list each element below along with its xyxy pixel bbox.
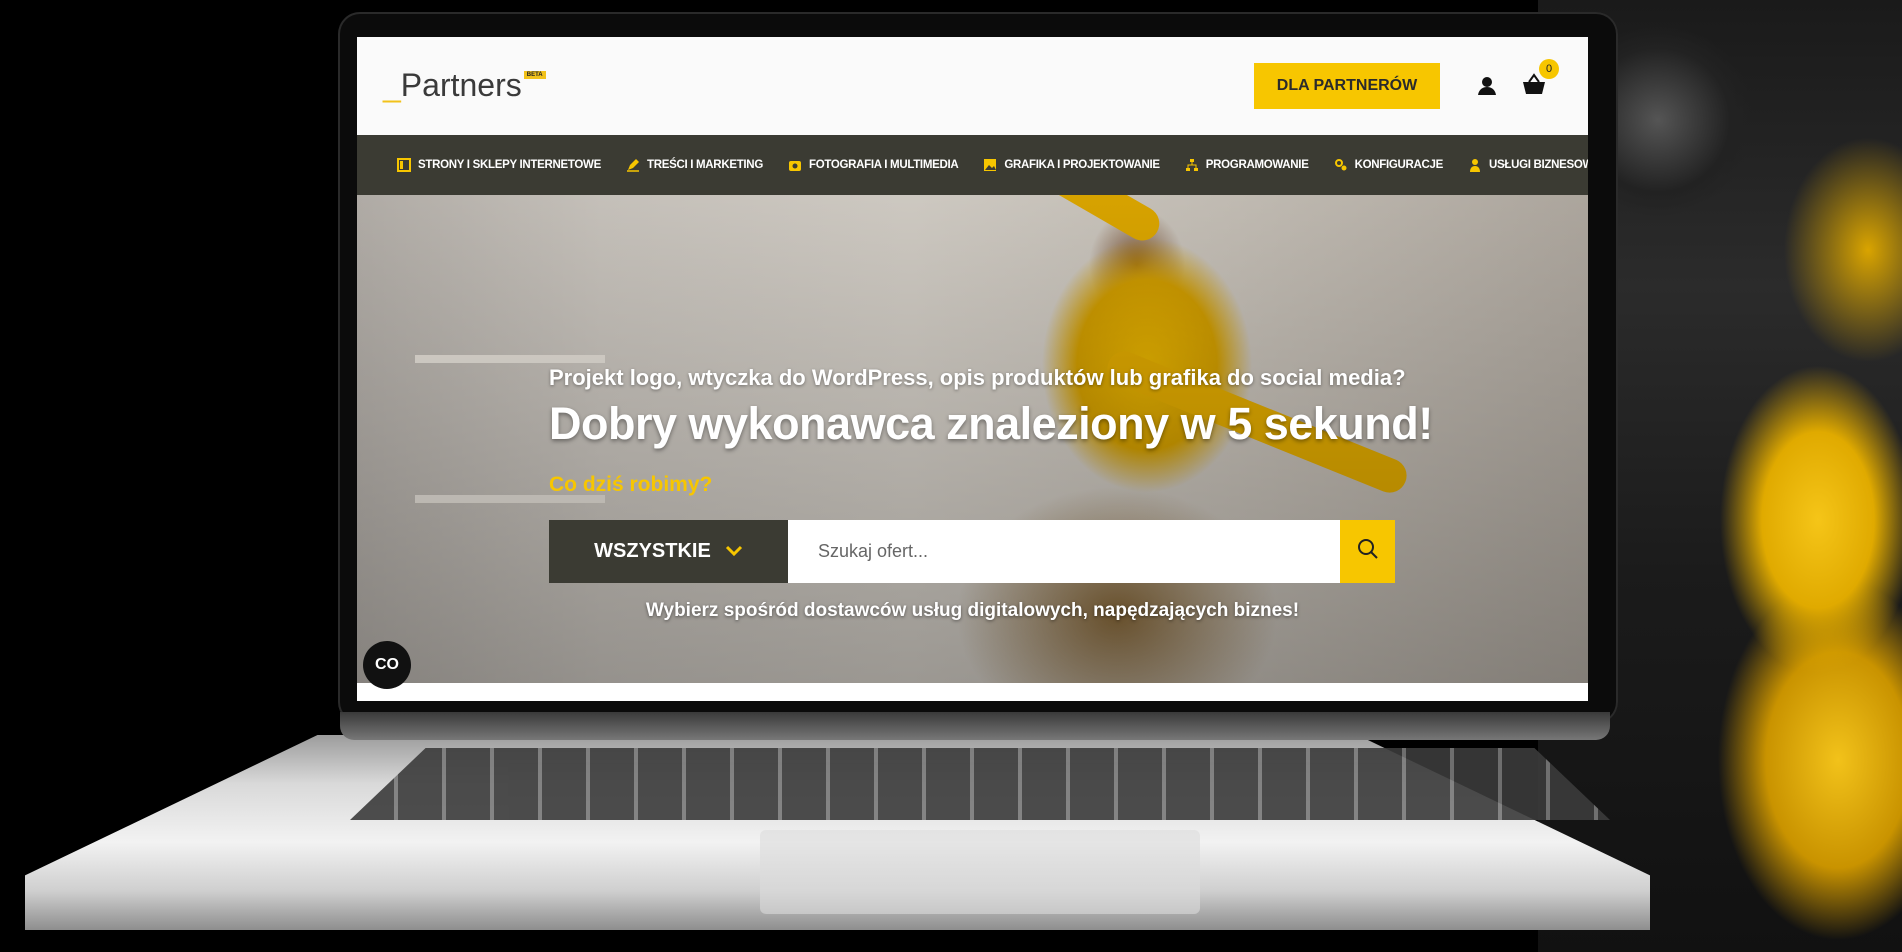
logo-underscore: _	[383, 67, 401, 103]
image-icon	[983, 158, 997, 172]
gears-icon	[1334, 158, 1348, 172]
logo-text: Partners	[400, 67, 522, 103]
cookie-settings-button[interactable]: CO	[363, 641, 411, 689]
category-programming[interactable]: PROGRAMOWANIE	[1185, 158, 1309, 172]
sitemap-icon	[1185, 158, 1199, 172]
search-bar: WSZYSTKIE	[549, 520, 1395, 583]
beta-badge: BETA	[523, 71, 546, 79]
site-logo[interactable]: _ Partners BETA	[383, 67, 546, 104]
chevron-down-icon	[725, 540, 743, 563]
camera-icon	[788, 158, 802, 172]
pencil-icon	[626, 158, 640, 172]
category-label: GRAFIKA I PROJEKTOWANIE	[1004, 159, 1160, 171]
laptop-keyboard	[350, 748, 1610, 820]
cart-count-badge: 0	[1539, 59, 1559, 79]
search-input[interactable]	[788, 520, 1340, 583]
search-button[interactable]	[1340, 520, 1395, 583]
category-label: USŁUGI BIZNESOWE	[1488, 159, 1588, 171]
hero-banner: Projekt logo, wtyczka do WordPress, opis…	[357, 195, 1588, 683]
category-label: PROGRAMOWANIE	[1205, 159, 1309, 171]
laptop-hinge	[340, 712, 1610, 740]
category-dropdown[interactable]: WSZYSTKIE	[549, 520, 788, 583]
search-icon	[1356, 537, 1380, 566]
site-header: _ Partners BETA DLA PARTNERÓW 0	[357, 37, 1588, 135]
laptop-trackpad	[760, 830, 1200, 914]
page-content-edge	[357, 683, 1588, 701]
user-icon[interactable]	[1474, 73, 1500, 99]
category-content-marketing[interactable]: TREŚCI I MARKETING	[626, 158, 763, 172]
category-label: FOTOGRAFIA I MULTIMEDIA	[808, 159, 959, 171]
category-photo-multimedia[interactable]: FOTOGRAFIA I MULTIMEDIA	[788, 158, 959, 172]
category-business-services[interactable]: USŁUGI BIZNESOWE	[1468, 158, 1588, 172]
category-label: KONFIGURACJE	[1354, 159, 1444, 171]
dropdown-label: WSZYSTKIE	[594, 540, 711, 562]
category-configurations[interactable]: KONFIGURACJE	[1334, 158, 1443, 172]
hero-note: Wybierz spośród dostawców usług digitalo…	[645, 600, 1300, 621]
category-websites[interactable]: STRONY I SKLEPY INTERNETOWE	[397, 158, 601, 172]
category-graphics-design[interactable]: GRAFIKA I PROJEKTOWANIE	[983, 158, 1160, 172]
category-label: TREŚCI I MARKETING	[646, 159, 763, 171]
hero-title: Dobry wykonawca znaleziony w 5 sekund!	[549, 398, 1433, 449]
laptop-screen: _ Partners BETA DLA PARTNERÓW 0 STRONY I…	[357, 37, 1588, 701]
hero-subtitle: Projekt logo, wtyczka do WordPress, opis…	[549, 365, 1406, 390]
category-label: STRONY I SKLEPY INTERNETOWE	[418, 159, 601, 171]
businessman-icon	[1468, 158, 1482, 172]
layout-icon	[397, 158, 411, 172]
hero-question: Co dziś robimy?	[549, 473, 713, 496]
partners-button[interactable]: DLA PARTNERÓW	[1254, 63, 1440, 109]
category-nav: STRONY I SKLEPY INTERNETOWE TREŚCI I MAR…	[357, 135, 1588, 195]
